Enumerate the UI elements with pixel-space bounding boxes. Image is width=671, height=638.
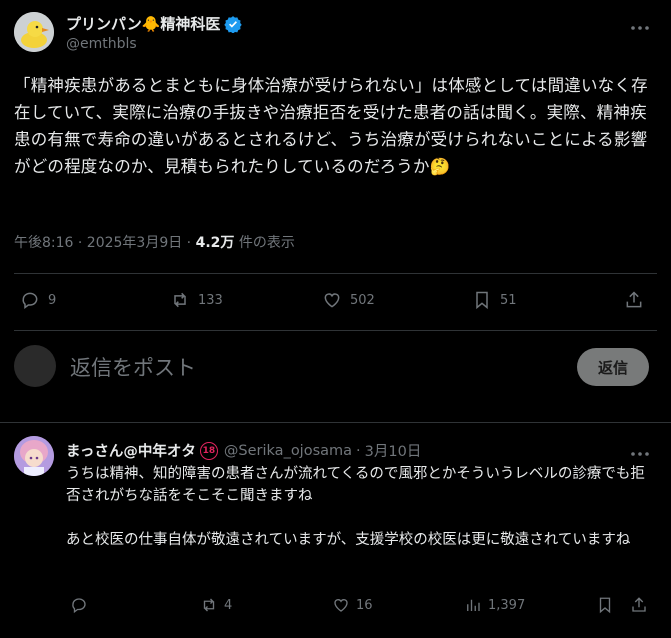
reply-bookmark-button[interactable] — [596, 596, 614, 614]
divider — [14, 273, 657, 274]
reply-share-button[interactable] — [630, 596, 648, 614]
reply-more-options-icon[interactable] — [630, 444, 650, 456]
reply-submit-button[interactable]: 返信 — [577, 348, 649, 386]
reply-button[interactable]: 9 — [20, 290, 56, 310]
reply-like-button[interactable]: 16 — [332, 596, 373, 614]
share-button[interactable] — [624, 290, 644, 310]
views-count: 4.2万 — [195, 235, 235, 251]
views-suffix: 件の表示 — [234, 235, 295, 251]
like-count: 502 — [350, 292, 375, 308]
heart-icon — [334, 599, 348, 612]
reply-author-name[interactable]: まっさん@中年オタ — [66, 440, 196, 461]
author-name-row[interactable]: プリンパン🐥精神科医 — [66, 13, 243, 34]
views-chart-icon — [467, 599, 480, 611]
reply-paragraph-1: うちは精神、知的障害の患者さんが流れてくるので風邪とかそういうレベルの診療でも拒… — [66, 466, 645, 504]
repost-icon — [174, 292, 186, 308]
bookmark-icon — [476, 291, 488, 310]
reply-separator: · — [356, 442, 361, 459]
reply-header: まっさん@中年オタ 18 @Serika_ojosama · 3月10日 — [66, 440, 421, 461]
reply-text: うちは精神、知的障害の患者さんが流れてくるので風邪とかそういうレベルの診療でも拒… — [66, 463, 654, 551]
reply-date[interactable]: 3月10日 — [365, 440, 422, 461]
share-icon — [632, 597, 646, 612]
age-badge-icon: 18 — [199, 441, 218, 460]
bookmark-count: 51 — [500, 292, 517, 308]
reply-handle[interactable]: @Serika_ojosama — [224, 443, 352, 459]
post-meta: 午後8:16 · 2025年3月9日 · 4.2万 件の表示 — [14, 232, 295, 252]
post-timestamp[interactable]: 午後8:16 · 2025年3月9日 · — [14, 235, 196, 251]
reply-repost-count: 4 — [224, 597, 233, 613]
more-options-icon[interactable] — [630, 18, 650, 30]
reply-repost-button[interactable]: 4 — [200, 596, 232, 614]
divider — [14, 330, 657, 331]
reply-icon — [72, 598, 86, 614]
heart-icon — [324, 293, 340, 308]
reply-icon — [22, 292, 38, 309]
reply-paragraph-2: あと校医の仕事自体が敬遠されていますが、支援学校の校医は更に敬遠されていますね — [66, 532, 631, 548]
author-avatar[interactable] — [14, 12, 54, 52]
post-text: 「精神疾患があるとまともに身体治療が受けられない」は体感としては間違いなく存在し… — [14, 76, 648, 176]
reply-reply-button[interactable] — [70, 596, 88, 614]
share-icon — [626, 291, 642, 308]
divider — [0, 422, 671, 423]
reply-views-count: 1,397 — [488, 597, 526, 613]
repost-icon — [203, 598, 215, 612]
reply-like-count: 16 — [356, 597, 373, 613]
bookmark-icon — [599, 597, 611, 614]
verified-badge-icon — [224, 15, 243, 34]
author-name[interactable]: プリンパン🐥精神科医 — [66, 13, 220, 34]
reply-count: 9 — [48, 292, 57, 308]
like-button[interactable]: 502 — [322, 290, 375, 310]
repost-count: 133 — [198, 292, 223, 308]
reply-input[interactable]: 返信をポスト — [70, 352, 196, 382]
repost-button[interactable]: 133 — [170, 290, 223, 310]
reply-author-avatar[interactable] — [14, 436, 54, 476]
user-avatar[interactable] — [14, 345, 56, 387]
age-badge-text: 18 — [202, 445, 216, 456]
author-handle[interactable]: @emthbls — [66, 36, 137, 52]
reply-views-button[interactable]: 1,397 — [464, 596, 525, 614]
bookmark-button[interactable]: 51 — [472, 290, 517, 310]
